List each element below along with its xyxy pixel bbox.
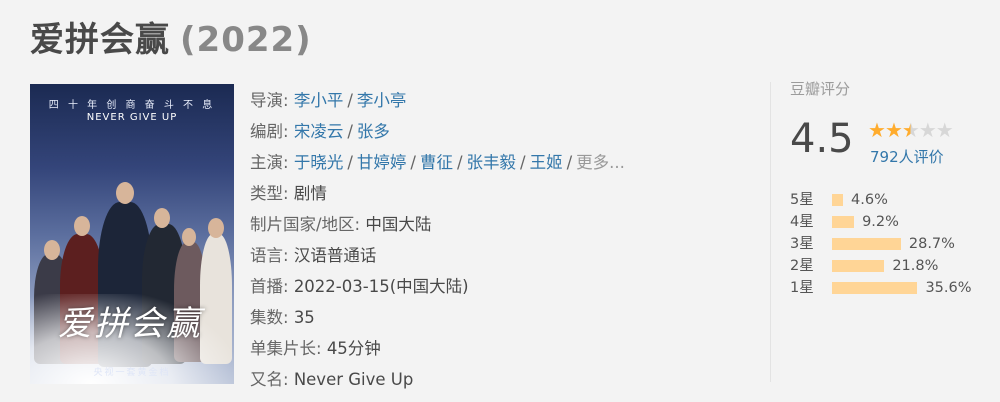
info-director: 导演: 李小平 / 李小亭	[250, 85, 625, 116]
section-divider	[770, 82, 771, 382]
runtime-label: 单集片长:	[250, 339, 322, 358]
writer-link[interactable]: 张多	[357, 122, 390, 141]
info-language: 语言: 汉语普通话	[250, 240, 625, 271]
poster-figure-head	[116, 182, 134, 204]
poster-calligraphy-title: 爱拼会赢	[58, 304, 202, 344]
separator: /	[456, 153, 463, 172]
cast-link[interactable]: 甘婷婷	[357, 153, 407, 172]
star-empty-icon: ★	[935, 118, 954, 142]
aka-label: 又名:	[250, 370, 289, 389]
separator: /	[347, 91, 353, 110]
poster-figure-head	[208, 218, 224, 238]
language-value: 汉语普通话	[293, 246, 377, 265]
rating-bar	[832, 216, 855, 228]
separator: /	[520, 153, 526, 172]
director-link[interactable]: 李小亭	[357, 91, 407, 110]
writer-label: 编剧:	[250, 122, 289, 141]
info-genre: 类型: 剧情	[250, 178, 625, 209]
rating-stars: ★★★★★	[868, 118, 954, 142]
rating-percent: 4.6%	[851, 192, 888, 208]
star-empty-icon: ★	[918, 118, 937, 142]
show-title: 爱拼会赢	[30, 20, 170, 60]
aka-value: Never Give Up	[293, 370, 414, 389]
cast-link[interactable]: 王姬	[530, 153, 563, 172]
poster-figure-head	[74, 216, 90, 236]
star-level-label: 1星	[790, 280, 814, 296]
country-label: 制片国家/地区:	[250, 215, 361, 234]
poster-image[interactable]: 四 十 年 创 商 奋 斗 不 息 NEVER GIVE UP 爱拼会赢 央视一…	[30, 84, 234, 384]
cast-more-link[interactable]: 更多...	[576, 153, 625, 172]
rating-header: 豆瓣评分	[790, 80, 851, 98]
director-label: 导演:	[250, 91, 289, 110]
rating-percent: 9.2%	[862, 214, 899, 230]
separator: /	[410, 153, 416, 172]
poster-figure-head	[44, 240, 60, 260]
info-writer: 编剧: 宋凌云 / 张多	[250, 116, 625, 147]
star-level-label: 2星	[790, 258, 814, 274]
genre-label: 类型:	[250, 184, 289, 203]
premiere-value: 2022-03-15(中国大陆)	[293, 277, 469, 296]
poster-caption: 央视一套黄金档	[93, 368, 171, 378]
premiere-label: 首播:	[250, 277, 289, 296]
poster-figure-head	[154, 208, 170, 228]
rating-bar	[832, 282, 918, 294]
rating-count-link[interactable]: 792人评价	[870, 146, 944, 167]
rating-bar	[832, 260, 885, 272]
episodes-value: 35	[293, 308, 315, 327]
poster-slogan-cn: 四 十 年 创 商 奋 斗 不 息	[48, 100, 216, 111]
cast-link[interactable]: 曹征	[420, 153, 453, 172]
show-year: (2022)	[180, 20, 312, 60]
info-episodes: 集数: 35	[250, 302, 625, 333]
poster-slogan-en: NEVER GIVE UP	[86, 112, 178, 123]
star-full-icon: ★	[868, 118, 886, 142]
episodes-label: 集数:	[250, 308, 289, 327]
info-cast: 主演: 于晓光 / 甘婷婷 / 曹征 / 张丰毅 / 王姬 / 更多...	[250, 147, 625, 178]
separator: /	[566, 153, 573, 172]
poster-figure-head	[182, 228, 196, 246]
star-half-icon: ★	[901, 118, 920, 142]
info-premiere: 首播: 2022-03-15(中国大陆)	[250, 271, 625, 302]
info-country: 制片国家/地区: 中国大陆	[250, 209, 625, 240]
separator: /	[347, 153, 353, 172]
show-info: 导演: 李小平 / 李小亭 编剧: 宋凌云 / 张多 主演: 于晓光 / 甘婷婷 / 曹征 / 张丰…	[250, 85, 625, 395]
director-link[interactable]: 李小平	[294, 91, 344, 110]
separator: /	[347, 122, 353, 141]
rating-bar	[832, 238, 901, 250]
info-runtime: 单集片长: 45分钟	[250, 333, 625, 364]
star-level-label: 5星	[790, 192, 814, 208]
rating-bar	[832, 194, 844, 206]
rating-score: 4.5	[790, 116, 854, 162]
star-level-label: 3星	[790, 236, 814, 252]
star-level-label: 4星	[790, 214, 814, 230]
rating-percent: 28.7%	[908, 236, 955, 252]
country-value: 中国大陆	[365, 215, 432, 234]
runtime-value: 45分钟	[326, 339, 381, 358]
rating-percent: 21.8%	[892, 258, 939, 274]
cast-link[interactable]: 张丰毅	[467, 153, 517, 172]
rating-percent: 35.6%	[925, 280, 972, 296]
info-aka: 又名: Never Give Up	[250, 364, 625, 395]
star-full-icon: ★	[884, 118, 903, 142]
cast-label: 主演:	[250, 153, 289, 172]
rating-panel: 豆瓣评分 4.5 ★★★★★ 792人评价	[790, 78, 990, 166]
page-title: 爱拼会赢 (2022)	[30, 12, 312, 61]
writer-link[interactable]: 宋凌云	[294, 122, 344, 141]
language-label: 语言:	[250, 246, 289, 265]
cast-link[interactable]: 于晓光	[294, 153, 344, 172]
genre-value: 剧情	[293, 184, 327, 203]
